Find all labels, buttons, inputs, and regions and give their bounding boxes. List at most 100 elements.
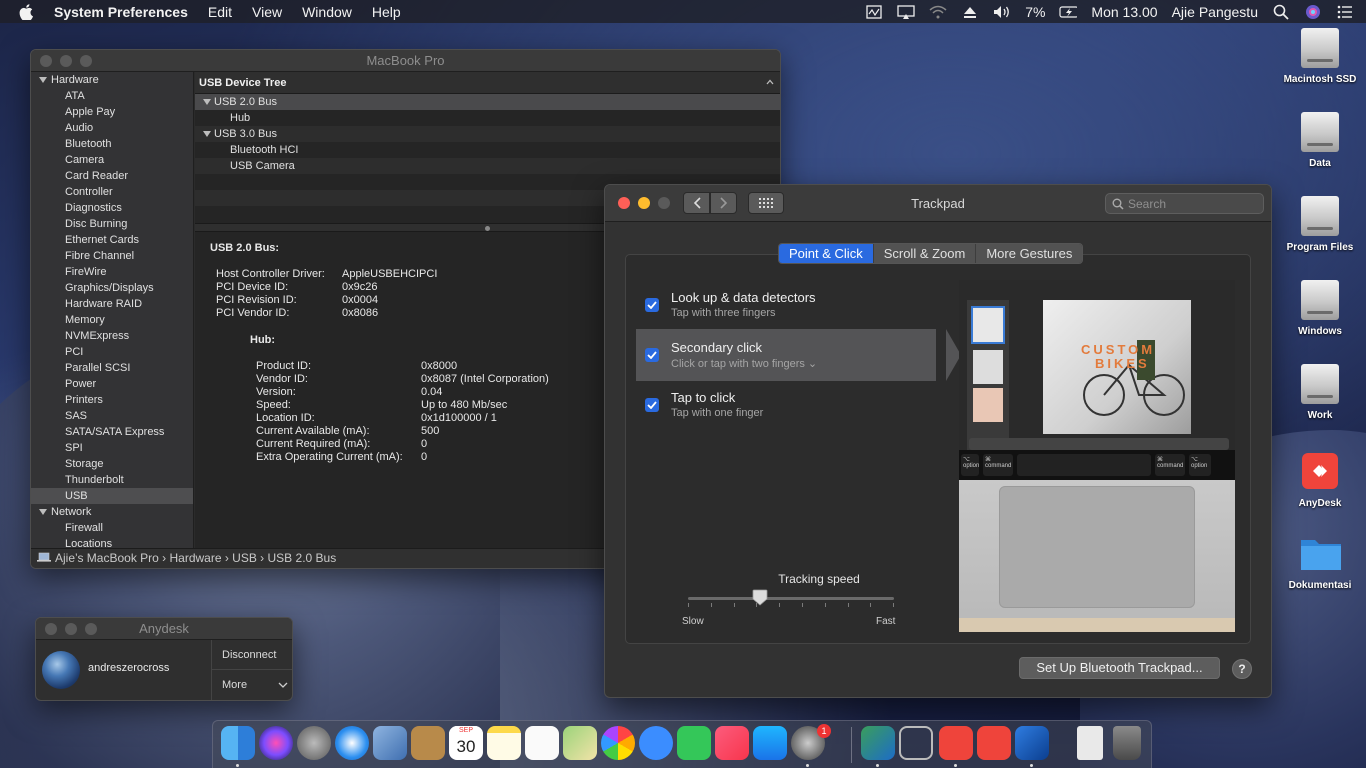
sidebar-item-controller[interactable]: Controller xyxy=(31,184,193,200)
desktop-icon-macintosh-ssd[interactable]: Macintosh SSD xyxy=(1280,28,1360,85)
menu-view[interactable]: View xyxy=(252,4,282,20)
clock[interactable]: Mon 13.00 xyxy=(1091,4,1157,20)
sidebar-item-fibre-channel[interactable]: Fibre Channel xyxy=(31,248,193,264)
menu-help[interactable]: Help xyxy=(372,4,401,20)
apple-menu-icon[interactable] xyxy=(16,2,36,22)
desktop-icon-anydesk[interactable]: AnyDesk xyxy=(1280,452,1360,509)
safari-icon[interactable] xyxy=(335,726,369,760)
sidebar-item-ethernet-cards[interactable]: Ethernet Cards xyxy=(31,232,193,248)
search-field[interactable] xyxy=(1105,193,1264,214)
desktop-icon-dokumentasi[interactable]: Dokumentasi xyxy=(1280,534,1360,591)
zoom-button[interactable] xyxy=(80,54,92,67)
airplay-icon[interactable] xyxy=(897,4,915,20)
sidebar-item-disc-burning[interactable]: Disc Burning xyxy=(31,216,193,232)
calendar-icon[interactable]: SEP 30 xyxy=(449,726,483,760)
sidebar-header-hardware[interactable]: Hardware xyxy=(31,72,193,88)
user-name[interactable]: Ajie Pangestu xyxy=(1172,4,1258,20)
tracking-speed-slider[interactable] xyxy=(688,597,894,600)
title-bar[interactable]: MacBook Pro xyxy=(31,50,780,72)
sidebar-item-camera[interactable]: Camera xyxy=(31,152,193,168)
intel-power-gadget-icon[interactable] xyxy=(1015,726,1049,760)
title-bar[interactable]: Anydesk xyxy=(36,618,292,640)
battery-icon[interactable] xyxy=(1059,4,1078,20)
desktop-icon-windows[interactable]: Windows xyxy=(1280,280,1360,337)
trash-icon[interactable] xyxy=(1113,726,1141,760)
forward-button[interactable] xyxy=(710,192,737,214)
system-info-icon[interactable] xyxy=(861,726,895,760)
minimize-button[interactable] xyxy=(65,622,77,635)
zoom-button[interactable] xyxy=(85,622,97,635)
disclosure-triangle-icon[interactable] xyxy=(39,509,47,516)
usb-tool-icon[interactable] xyxy=(899,726,933,760)
facetime-icon[interactable] xyxy=(677,726,711,760)
path-text[interactable]: Ajie’s MacBook Pro › Hardware › USB › US… xyxy=(55,551,336,565)
sidebar-item-ata[interactable]: ATA xyxy=(31,88,193,104)
close-button[interactable] xyxy=(618,197,630,209)
sidebar-item-parallel-scsi[interactable]: Parallel SCSI xyxy=(31,360,193,376)
menu-window[interactable]: Window xyxy=(302,4,352,20)
sidebar-item-audio[interactable]: Audio xyxy=(31,120,193,136)
siri-icon[interactable] xyxy=(259,726,293,760)
setup-bluetooth-trackpad-button[interactable]: Set Up Bluetooth Trackpad... xyxy=(1019,657,1220,679)
messages-icon[interactable] xyxy=(639,726,673,760)
checkbox-look-up[interactable] xyxy=(645,298,659,312)
notification-center-icon[interactable] xyxy=(1336,4,1354,20)
disconnect-button[interactable]: Disconnect xyxy=(212,640,292,670)
sidebar-item-sata-sata-express[interactable]: SATA/SATA Express xyxy=(31,424,193,440)
show-all-grid-icon[interactable] xyxy=(748,192,784,214)
spotlight-search-icon[interactable] xyxy=(1272,4,1290,20)
preview-icon[interactable] xyxy=(373,726,407,760)
siri-icon[interactable] xyxy=(1304,4,1322,20)
sidebar-item-graphics-displays[interactable]: Graphics/Displays xyxy=(31,280,193,296)
tree-row-usb3-bus[interactable]: USB 3.0 Bus xyxy=(195,126,780,142)
checkbox-secondary-click[interactable] xyxy=(645,348,659,362)
tree-row-usb2-bus[interactable]: USB 2.0 Bus xyxy=(195,94,780,110)
more-button[interactable]: More xyxy=(212,670,292,700)
photos-icon[interactable] xyxy=(601,726,635,760)
disclosure-triangle-icon[interactable] xyxy=(203,99,211,106)
music-icon[interactable] xyxy=(715,726,749,760)
document-icon[interactable] xyxy=(1077,726,1103,760)
sidebar-item-hardware-raid[interactable]: Hardware RAID xyxy=(31,296,193,312)
sidebar-item-apple-pay[interactable]: Apple Pay xyxy=(31,104,193,120)
disclosure-triangle-icon[interactable] xyxy=(203,131,211,138)
menu-edit[interactable]: Edit xyxy=(208,4,232,20)
sidebar-item-power[interactable]: Power xyxy=(31,376,193,392)
tree-row-hub[interactable]: Hub xyxy=(195,110,780,126)
tab-point-click[interactable]: Point & Click xyxy=(779,244,874,263)
notes-icon[interactable] xyxy=(487,726,521,760)
tree-row-bluetooth-hci[interactable]: Bluetooth HCI xyxy=(195,142,780,158)
notes-book-icon[interactable] xyxy=(411,726,445,760)
disclosure-triangle-icon[interactable] xyxy=(39,77,47,84)
minimize-button[interactable] xyxy=(60,54,72,67)
sidebar-item-bluetooth[interactable]: Bluetooth xyxy=(31,136,193,152)
sidebar-item-sas[interactable]: SAS xyxy=(31,408,193,424)
sidebar-item-firewire[interactable]: FireWire xyxy=(31,264,193,280)
slider-knob[interactable] xyxy=(752,589,768,606)
chevron-up-icon[interactable] xyxy=(766,72,774,94)
desktop-icon-data[interactable]: Data xyxy=(1280,112,1360,169)
wifi-icon[interactable] xyxy=(929,4,947,20)
eject-icon[interactable] xyxy=(961,4,979,20)
sidebar-item-storage[interactable]: Storage xyxy=(31,456,193,472)
sidebar-header-network[interactable]: Network xyxy=(31,504,193,520)
anydesk-icon[interactable] xyxy=(939,726,973,760)
reminders-icon[interactable] xyxy=(525,726,559,760)
help-button[interactable]: ? xyxy=(1232,659,1252,679)
tree-row-usb-camera[interactable]: USB Camera xyxy=(195,158,780,174)
desktop-icon-work[interactable]: Work xyxy=(1280,364,1360,421)
sidebar-item-locations[interactable]: Locations xyxy=(31,536,193,548)
option-subtitle-dropdown[interactable]: Click or tap with two fingers ⌄ xyxy=(671,357,817,370)
sidebar-item-diagnostics[interactable]: Diagnostics xyxy=(31,200,193,216)
launchpad-icon[interactable] xyxy=(297,726,331,760)
sidebar-item-usb[interactable]: USB xyxy=(31,488,193,504)
volume-icon[interactable] xyxy=(993,4,1011,20)
sidebar-item-spi[interactable]: SPI xyxy=(31,440,193,456)
battery-percent[interactable]: 7% xyxy=(1025,4,1045,20)
sidebar-item-thunderbolt[interactable]: Thunderbolt xyxy=(31,472,193,488)
search-input[interactable] xyxy=(1128,196,1248,211)
option-secondary-click[interactable]: Secondary click Click or tap with two fi… xyxy=(636,329,961,381)
sidebar-item-printers[interactable]: Printers xyxy=(31,392,193,408)
tab-more-gestures[interactable]: More Gestures xyxy=(976,244,1083,263)
option-look-up[interactable]: Look up & data detectors Tap with three … xyxy=(636,279,936,331)
